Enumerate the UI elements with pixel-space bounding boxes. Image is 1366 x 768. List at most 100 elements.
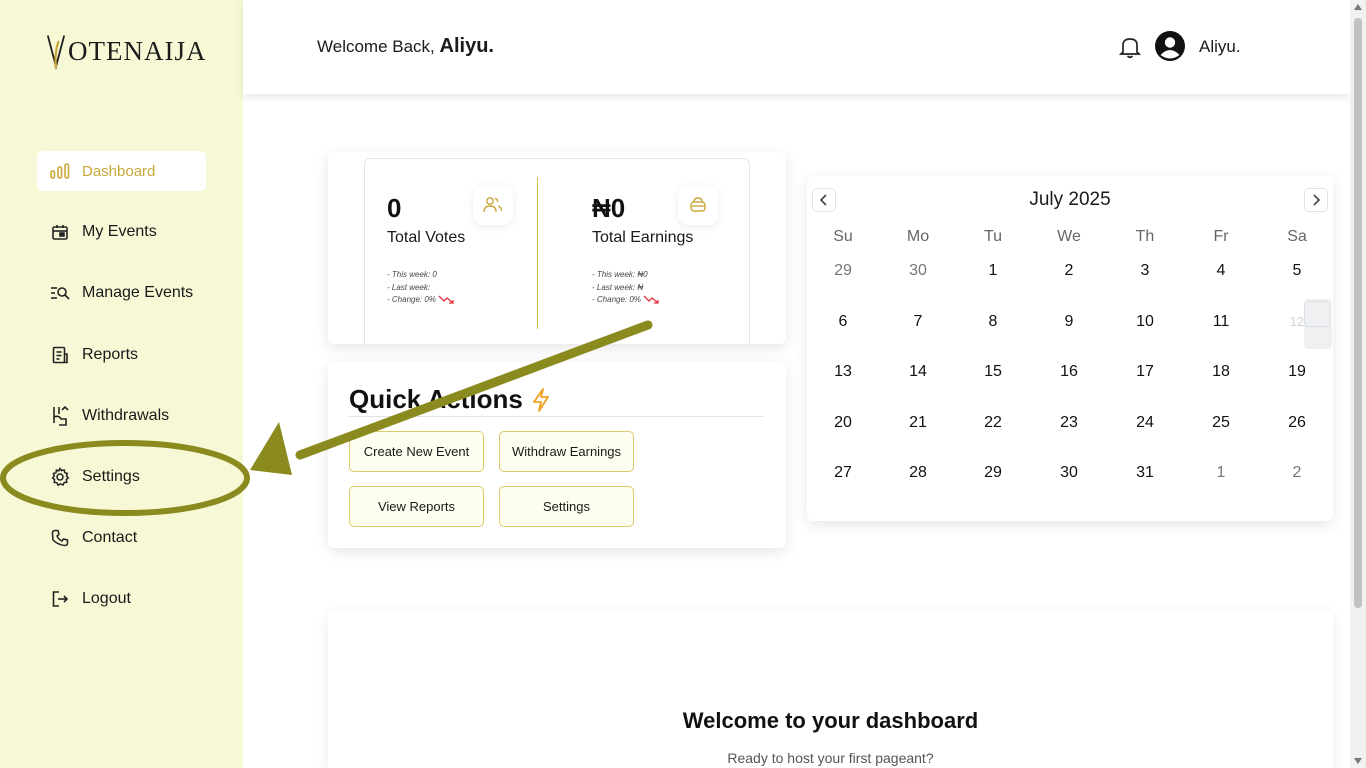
settings-button[interactable]: Settings <box>499 486 634 527</box>
list-search-icon <box>50 283 70 303</box>
header-user-name[interactable]: Aliyu. <box>1199 37 1241 57</box>
sidebar-item-settings[interactable]: Settings <box>37 457 206 497</box>
calendar-day[interactable]: 27 <box>807 464 879 515</box>
scroll-up-arrow-icon[interactable] <box>1354 4 1362 10</box>
gear-icon <box>50 467 70 487</box>
scroll-down-arrow-icon[interactable] <box>1354 758 1362 764</box>
calendar-day[interactable]: 24 <box>1109 414 1181 465</box>
sidebar: OTENAIJA Dashboard My Events Manage Even… <box>0 0 243 768</box>
calendar-day[interactable]: 8 <box>957 313 1029 364</box>
logo-v-icon <box>46 35 66 71</box>
calendar-day[interactable]: 18 <box>1181 363 1261 414</box>
greeting-text: Welcome Back, <box>317 37 435 56</box>
calendar-day[interactable]: 25 <box>1181 414 1261 465</box>
calendar-day[interactable]: 13 <box>807 363 879 414</box>
brand-logo[interactable]: OTENAIJA <box>46 30 206 72</box>
stats-card: 0 Total Votes - This week: 0 - Last week… <box>328 152 786 344</box>
sidebar-item-label: My Events <box>82 223 157 241</box>
calendar-weekday-row: Su Mo Tu We Th Fr Sa <box>807 228 1333 262</box>
calendar-next-button[interactable] <box>1304 188 1328 212</box>
view-reports-button[interactable]: View Reports <box>349 486 484 527</box>
sidebar-item-contact[interactable]: Contact <box>37 518 206 558</box>
stats-divider <box>537 177 538 329</box>
calendar-day[interactable]: 30 <box>1029 464 1109 515</box>
calendar-prev-button[interactable] <box>812 188 836 212</box>
total-earnings-stat: ₦0 Total Earnings - This week: ₦0 - Last… <box>592 159 762 345</box>
calendar-day[interactable]: 7 <box>879 313 957 364</box>
calendar-day[interactable]: 11 <box>1181 313 1261 364</box>
weekday-label: Fr <box>1213 228 1229 245</box>
earnings-last-week: - Last week: ₦ <box>592 282 644 292</box>
welcome-message: Welcome Back, Aliyu. <box>317 35 494 58</box>
create-new-event-button[interactable]: Create New Event <box>349 431 484 472</box>
calendar-day[interactable]: 29 <box>957 464 1029 515</box>
calendar-day[interactable]: 31 <box>1109 464 1181 515</box>
calendar-icon <box>50 222 70 242</box>
sidebar-item-label: Settings <box>82 467 140 485</box>
calendar-week-row: 20 21 22 23 24 25 26 <box>807 414 1333 465</box>
calendar-day[interactable]: 2 <box>1261 464 1333 515</box>
weekday-label: Th <box>1135 228 1155 245</box>
chevron-left-icon <box>819 194 827 206</box>
calendar-month-title: July 2025 <box>1029 189 1111 210</box>
dashboard-welcome-title: Welcome to your dashboard <box>682 708 979 733</box>
trend-down-icon <box>643 295 659 304</box>
weekday-label: Mo <box>906 228 930 245</box>
sidebar-item-manage-events[interactable]: Manage Events <box>37 273 206 313</box>
weekday-label: Sa <box>1287 228 1307 245</box>
welcome-dashboard-card: Welcome to your dashboard Ready to host … <box>328 610 1333 768</box>
greeting-user-name: Aliyu. <box>439 35 494 57</box>
calendar-day[interactable]: 10 <box>1109 313 1181 364</box>
calendar-day[interactable]: 20 <box>807 414 879 465</box>
calendar-day[interactable]: 3 <box>1109 262 1181 313</box>
sidebar-item-label: Contact <box>82 529 138 547</box>
calendar-day[interactable]: 21 <box>879 414 957 465</box>
calendar-day[interactable]: 17 <box>1109 363 1181 414</box>
calendar-day[interactable]: 1 <box>1181 464 1261 515</box>
calendar-day[interactable]: 22 <box>957 414 1029 465</box>
calendar-day-today[interactable]: 12 <box>1261 298 1333 364</box>
sidebar-item-reports[interactable]: Reports <box>37 335 206 375</box>
phone-icon <box>50 528 70 548</box>
calendar-day[interactable]: 2 <box>1029 262 1109 313</box>
calendar-day[interactable]: 19 <box>1261 363 1333 414</box>
dashboard-welcome-subtitle: Ready to host your first pageant? <box>727 750 934 766</box>
calendar-day[interactable]: 9 <box>1029 313 1109 364</box>
sidebar-item-label: Withdrawals <box>82 406 170 424</box>
user-avatar-icon[interactable] <box>1155 31 1185 61</box>
bell-icon[interactable] <box>1118 35 1142 64</box>
page-scrollbar[interactable] <box>1350 0 1366 768</box>
quick-actions-divider <box>349 416 764 417</box>
sidebar-item-label: Manage Events <box>82 284 194 302</box>
quick-actions-title-text: Quick Actions <box>349 384 523 414</box>
weekday-label: Su <box>833 228 853 245</box>
calendar-day[interactable]: 14 <box>879 363 957 414</box>
total-votes-value: 0 <box>387 193 402 223</box>
calendar-week-row: 13 14 15 16 17 18 19 <box>807 363 1333 414</box>
sidebar-item-logout[interactable]: Logout <box>37 579 206 619</box>
quick-actions-card: Quick Actions Create New Event Withdraw … <box>328 362 786 548</box>
calendar-day[interactable]: 28 <box>879 464 957 515</box>
calendar-day[interactable]: 29 <box>807 262 879 313</box>
calendar-day[interactable]: 23 <box>1029 414 1109 465</box>
calendar-day[interactable]: 4 <box>1181 262 1261 313</box>
calendar-day[interactable]: 30 <box>879 262 957 313</box>
votes-this-week: - This week: 0 <box>387 270 437 279</box>
sidebar-item-dashboard[interactable]: Dashboard <box>37 151 206 191</box>
annotation-arrowhead <box>250 422 292 475</box>
sidebar-item-withdrawals[interactable]: Withdrawals <box>37 396 206 436</box>
sidebar-item-label: Dashboard <box>82 162 156 180</box>
calendar-week-row: 6 7 8 9 10 11 12 <box>807 298 1333 364</box>
calendar-day[interactable]: 16 <box>1029 363 1109 414</box>
total-votes-meta: - This week: 0 - Last week: - Change: 0% <box>387 269 456 307</box>
calendar-day[interactable]: 26 <box>1261 414 1333 465</box>
calendar-day[interactable]: 6 <box>807 313 879 364</box>
calendar-day[interactable]: 1 <box>957 262 1029 313</box>
withdraw-earnings-button[interactable]: Withdraw Earnings <box>499 431 634 472</box>
calendar-day[interactable]: 15 <box>957 363 1029 414</box>
scrollbar-thumb[interactable] <box>1354 18 1362 608</box>
calendar-weeks: 29 30 1 2 3 4 5 6 7 8 9 10 11 12 13 14 15 16 17 18 19 20 21 22 2… <box>807 262 1333 515</box>
quick-actions-title: Quick Actions <box>349 384 551 415</box>
sidebar-item-my-events[interactable]: My Events <box>37 212 206 252</box>
earnings-this-week: - This week: ₦0 <box>592 270 648 279</box>
